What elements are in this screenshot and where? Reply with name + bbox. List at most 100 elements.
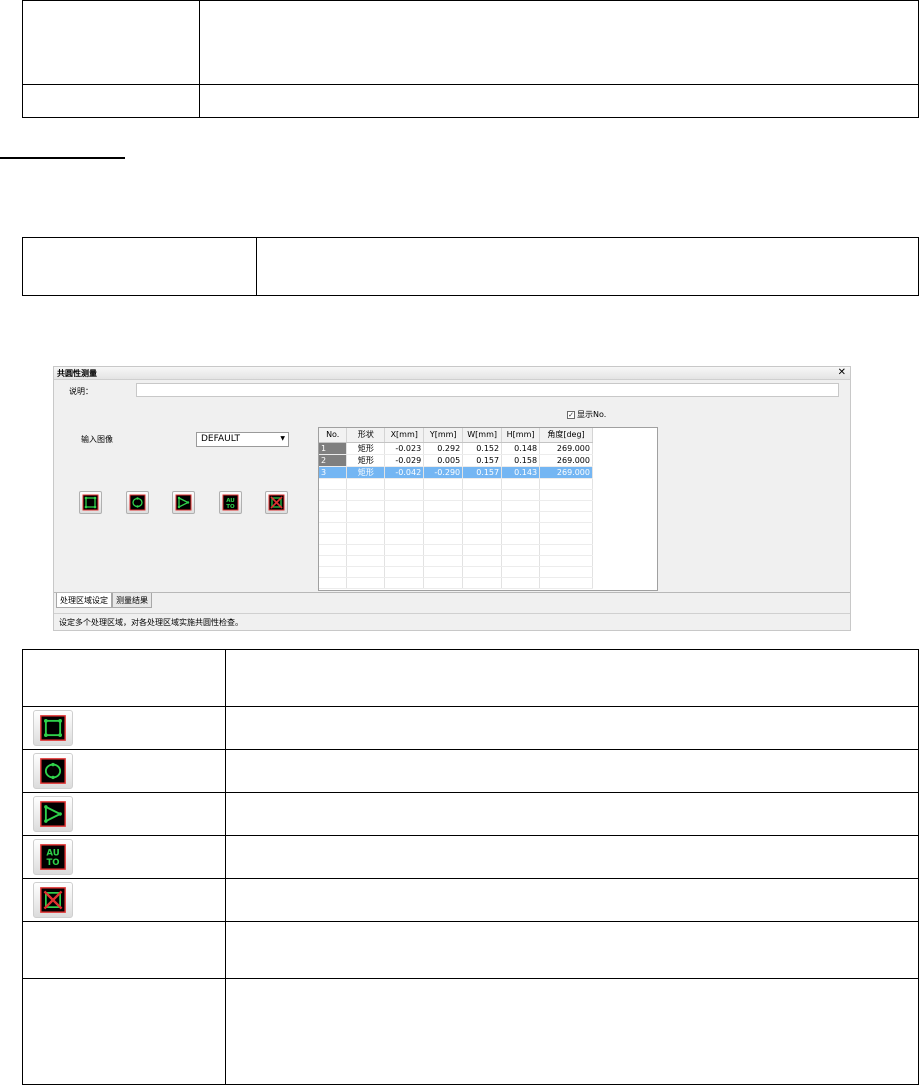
- dropdown-arrow-icon: ▼: [280, 435, 285, 442]
- cell-shape: 矩形: [346, 454, 386, 467]
- doc-cell: [225, 649, 919, 707]
- auto-button[interactable]: AU TO: [219, 491, 242, 514]
- status-text: 设定多个处理区域，对各处理区域实施共圆性检查。: [59, 618, 243, 627]
- region-table: No. 形状 X[mm] Y[mm] W[mm] H[mm] 角度[deg] 1…: [319, 428, 593, 589]
- doc-cell: [225, 835, 919, 879]
- grid-header[interactable]: Y[mm]: [423, 428, 464, 443]
- doc-cell: [225, 706, 919, 750]
- doc-icon-cell: [22, 878, 226, 922]
- cell-no: 3: [319, 466, 348, 479]
- empty-row: [319, 489, 593, 501]
- circle-region-button[interactable]: [126, 491, 149, 514]
- cell-y: -0.290: [423, 466, 464, 479]
- delete-region-icon: [268, 494, 285, 511]
- cell-h: 0.143: [501, 466, 541, 479]
- cell-w: 0.157: [462, 454, 503, 467]
- cell-h: 0.148: [501, 442, 541, 455]
- title-bar: 共圆性测量 ✕: [54, 367, 850, 380]
- empty-row: [319, 478, 593, 490]
- empty-row: [319, 500, 593, 512]
- grid-header[interactable]: 形状: [346, 428, 386, 443]
- doc-cell: [22, 921, 226, 979]
- show-no-label: 显示No.: [577, 410, 607, 419]
- doc-cell: [225, 792, 919, 836]
- region-grid[interactable]: No. 形状 X[mm] Y[mm] W[mm] H[mm] 角度[deg] 1…: [318, 427, 658, 591]
- close-icon[interactable]: ✕: [838, 367, 846, 379]
- polygon-region-icon: [40, 801, 66, 827]
- rectangle-region-button[interactable]: [79, 491, 102, 514]
- table-row[interactable]: 1 矩形 -0.023 0.292 0.152 0.148 269.000: [319, 442, 593, 455]
- tab-bar: 处理区域设定 测量结果: [54, 592, 850, 608]
- empty-row: [319, 577, 593, 589]
- input-image-value: DEFAULT: [201, 434, 240, 444]
- cell-angle: 269.000: [539, 442, 593, 455]
- show-no-checkbox[interactable]: ✓ 显示No.: [567, 409, 606, 420]
- doc-cell: [225, 749, 919, 793]
- auto-icon-sample: AU TO: [33, 839, 73, 875]
- tab-region-settings[interactable]: 处理区域设定: [56, 593, 112, 608]
- rectangle-region-icon-sample: [33, 710, 73, 746]
- tab-measurement-results[interactable]: 测量结果: [112, 593, 152, 608]
- doc-cell: [199, 84, 919, 118]
- table-row[interactable]: 2 矩形 -0.029 0.005 0.157 0.158 269.000: [319, 454, 593, 467]
- cell-x: -0.029: [384, 454, 425, 467]
- circle-region-icon: [40, 758, 66, 784]
- grid-header[interactable]: 角度[deg]: [539, 428, 593, 443]
- auto-icon: AU TO: [222, 494, 239, 511]
- doc-cell: [22, 84, 200, 118]
- grid-header[interactable]: X[mm]: [384, 428, 425, 443]
- cell-x: -0.023: [384, 442, 425, 455]
- doc-icon-cell: [22, 792, 226, 836]
- description-input[interactable]: [136, 383, 839, 397]
- rectangle-region-icon: [40, 715, 66, 741]
- grid-header-row: No. 形状 X[mm] Y[mm] W[mm] H[mm] 角度[deg]: [319, 428, 593, 443]
- doc-cell: [22, 237, 257, 296]
- svg-text:TO: TO: [46, 858, 59, 868]
- cell-w: 0.152: [462, 442, 503, 455]
- circle-region-icon-sample: [33, 753, 73, 789]
- doc-cell: [256, 237, 919, 296]
- grid-header[interactable]: No.: [319, 428, 348, 443]
- cell-h: 0.158: [501, 454, 541, 467]
- delete-region-icon: [40, 887, 66, 913]
- cell-no: 2: [319, 454, 348, 467]
- cell-y: 0.292: [423, 442, 464, 455]
- doc-cell: [22, 649, 226, 707]
- delete-region-icon-sample: [33, 882, 73, 918]
- empty-row: [319, 522, 593, 534]
- delete-region-button[interactable]: [265, 491, 288, 514]
- empty-row: [319, 566, 593, 578]
- doc-table-top: [22, 0, 919, 118]
- empty-row: [319, 511, 593, 523]
- empty-row: [319, 544, 593, 556]
- polygon-region-button[interactable]: [172, 491, 195, 514]
- grid-header[interactable]: W[mm]: [462, 428, 503, 443]
- cell-w: 0.157: [462, 466, 503, 479]
- input-image-label: 输入图像: [81, 435, 113, 444]
- empty-row: [319, 533, 593, 545]
- doc-icon-cell: [22, 706, 226, 750]
- doc-cell: [225, 978, 919, 1085]
- auto-icon: AU TO: [40, 844, 66, 870]
- cell-x: -0.042: [384, 466, 425, 479]
- cell-angle: 269.000: [539, 466, 593, 479]
- doc-cell: [22, 0, 200, 85]
- circularity-dialog: 共圆性测量 ✕ 说明： ✓ 显示No. 输入图像 DEFAULT ▼ AU TO…: [53, 366, 851, 631]
- heading-underline: [0, 157, 125, 159]
- cell-angle: 269.000: [539, 454, 593, 467]
- input-image-select[interactable]: DEFAULT ▼: [196, 432, 289, 447]
- doc-cell: [22, 978, 226, 1085]
- description-label: 说明：: [69, 387, 93, 396]
- svg-text:TO: TO: [226, 504, 235, 510]
- checkbox-check-icon: ✓: [567, 410, 575, 419]
- doc-table-icons: AU TO: [22, 649, 919, 1085]
- cell-y: 0.005: [423, 454, 464, 467]
- doc-cell: [225, 921, 919, 979]
- polygon-region-icon-sample: [33, 796, 73, 832]
- grid-header[interactable]: H[mm]: [501, 428, 541, 443]
- cell-shape: 矩形: [346, 466, 386, 479]
- table-row-selected[interactable]: 3 矩形 -0.042 -0.290 0.157 0.143 269.000: [319, 466, 593, 479]
- dialog-title: 共圆性测量: [57, 369, 97, 378]
- doc-icon-cell: [22, 749, 226, 793]
- polygon-region-icon: [175, 494, 192, 511]
